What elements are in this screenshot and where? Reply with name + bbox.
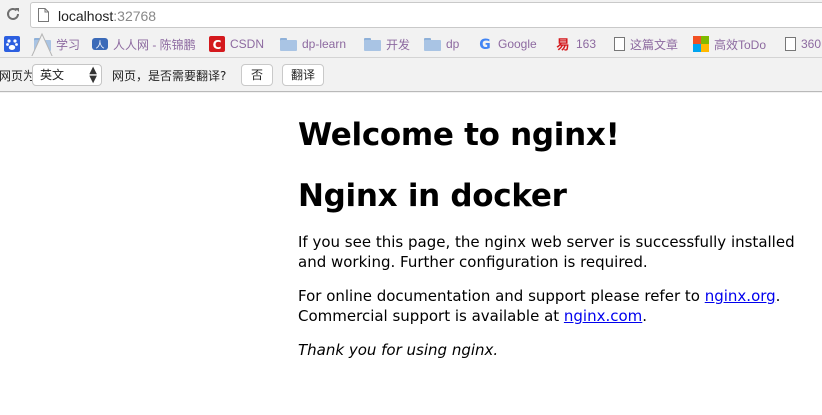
163-icon: 易 [555, 36, 571, 53]
commercial-period: . [642, 307, 648, 325]
translate-question: 网页，是否需要翻译? [112, 69, 227, 83]
url-text: localhost:32768 [58, 7, 156, 25]
bookmark-article[interactable]: 这篇文章 [614, 34, 678, 54]
bookmark-label: dp-learn [302, 37, 347, 51]
page-subtitle: Nginx in docker [298, 178, 567, 214]
select-arrows-icon: ▲ ▼ [89, 65, 97, 85]
bookmark-renren[interactable]: 人 人人网 - 陈锦鹏 [92, 34, 196, 54]
docs-text: For online documentation and support ple… [298, 287, 705, 305]
bookmark-todo[interactable]: 高效ToDo [693, 34, 766, 54]
bookmark-label: 人人网 - 陈锦鹏 [113, 37, 196, 52]
svg-text:易: 易 [556, 38, 569, 52]
bookmark-label: 高效ToDo [714, 37, 767, 52]
url-host: localhost [58, 8, 114, 24]
translate-button[interactable]: 翻译 [282, 64, 324, 86]
bookmark-360[interactable]: 360 [785, 34, 821, 54]
thanks-text: Thank you for using nginx. [298, 341, 499, 359]
bookmark-label: dp [446, 37, 460, 51]
todo-icon [693, 36, 709, 52]
bookmark-label: 163 [576, 37, 597, 51]
bookmark-label: 360 [801, 37, 822, 51]
bookmark-label: 这篇文章 [630, 37, 679, 52]
renren-icon: 人 [92, 36, 108, 52]
baidu-icon [4, 36, 20, 52]
svg-text:C: C [213, 38, 222, 52]
page-title: Welcome to nginx! [298, 117, 620, 153]
translate-callout-pointer [31, 32, 53, 58]
bookmark-folder-dp[interactable]: dp [424, 34, 459, 54]
bookmark-label: Google [498, 37, 537, 51]
nginx-com-link[interactable]: nginx.com [564, 307, 642, 325]
language-value: 英文 [40, 68, 65, 82]
document-icon [614, 37, 625, 51]
bookmark-csdn[interactable]: C CSDN [209, 34, 264, 54]
no-translate-button[interactable]: 否 [241, 64, 273, 86]
csdn-icon: C [209, 36, 225, 52]
bookmark-folder-dp-learn[interactable]: dp-learn [280, 34, 346, 54]
thanks-paragraph: Thank you for using nginx. [298, 340, 818, 360]
docs-period: . [775, 287, 781, 305]
google-icon: G [477, 36, 493, 53]
nginx-org-link[interactable]: nginx.org [705, 287, 776, 305]
bookmark-google[interactable]: G Google [477, 34, 537, 54]
svg-text:G: G [479, 37, 491, 52]
bookmark-folder-dev[interactable]: 开发 [364, 34, 410, 54]
page-content: Welcome to nginx! Nginx in docker If you… [298, 96, 818, 360]
document-icon [785, 37, 796, 51]
page-icon [38, 8, 49, 22]
commercial-text: Commercial support is available at [298, 307, 564, 325]
address-bar[interactable]: localhost:32768 [30, 2, 822, 28]
bookmarks-bar: 学习 人 人人网 - 陈锦鹏 C CSDN dp-learn 开发 dp G G… [0, 30, 822, 57]
url-port: :32768 [113, 8, 157, 24]
folder-icon [364, 37, 381, 51]
translate-infobar: 网页为 英文 ▲ ▼ 网页，是否需要翻译? 否 翻译 [0, 57, 822, 92]
intro-paragraph: If you see this page, the nginx web serv… [298, 233, 795, 271]
translate-prefix: 网页为 [0, 69, 36, 83]
bookmark-baidu[interactable] [4, 34, 20, 54]
bookmark-163[interactable]: 易 163 [555, 34, 596, 54]
svg-text:人: 人 [95, 40, 104, 51]
address-row: localhost:32768 [0, 0, 822, 30]
docs-paragraph: For online documentation and support ple… [298, 286, 818, 326]
bookmark-label: 学习 [56, 37, 81, 52]
reload-icon[interactable] [4, 6, 22, 24]
bookmark-label: 开发 [386, 37, 411, 52]
folder-icon [280, 37, 297, 51]
language-select[interactable]: 英文 ▲ ▼ [32, 64, 102, 86]
folder-icon [424, 37, 441, 51]
bookmark-label: CSDN [230, 37, 265, 51]
